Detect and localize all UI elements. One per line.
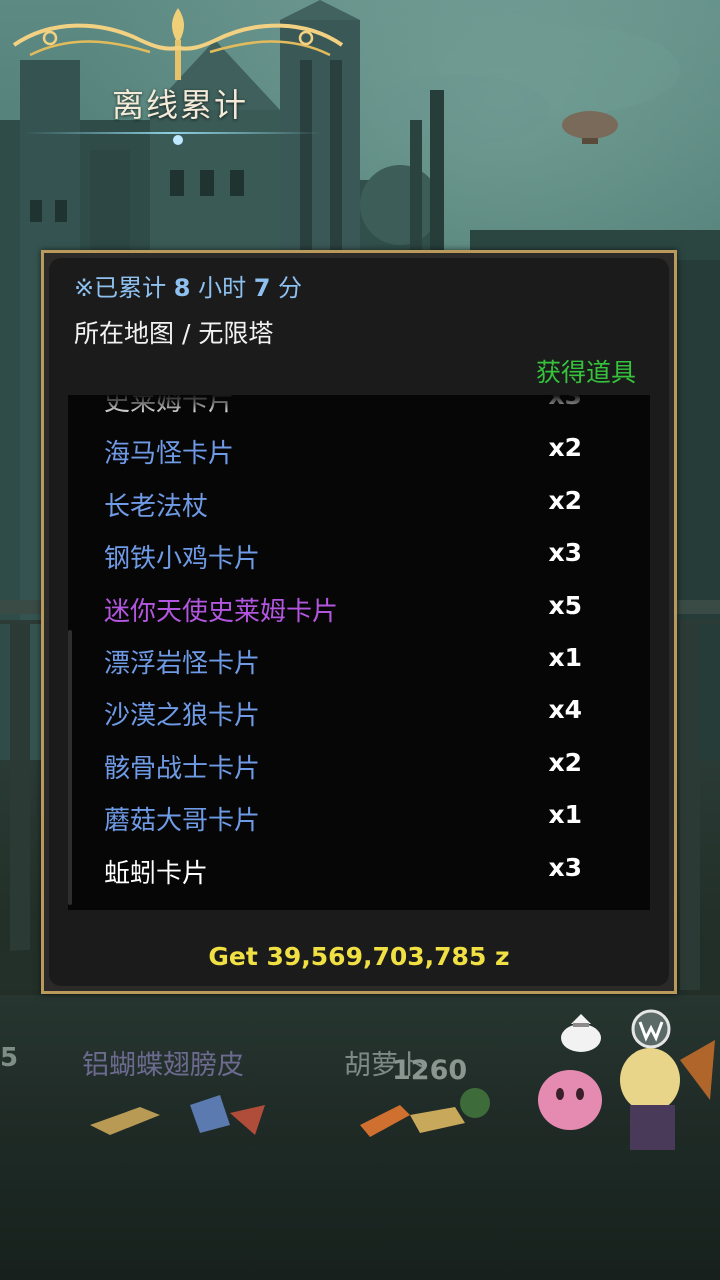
ornament-frame [12,8,344,145]
item-quantity: x1 [548,643,582,672]
hours-value: 8 [173,274,191,302]
hours-unit: 小时 [190,274,254,302]
list-item: 长老法杖 x2 [68,477,650,529]
list-scrollbar[interactable] [68,630,72,905]
accumulated-time: ※已累计 8 小时 7 分 [74,268,302,303]
bottom-area [0,1145,720,1280]
item-quantity: x2 [548,485,582,515]
list-item: 海马怪卡片 x2 [68,424,650,476]
minutes-unit: 分 [270,274,303,302]
title-banner: 离线累计 [10,0,350,150]
time-prefix: ※已累计 [74,274,174,302]
item-quantity: x3 [548,395,582,410]
item-name: 漂浮岩怪卡片 [104,649,261,679]
item-name: 海马怪卡片 [104,439,235,470]
item-name: 蘑菇大哥卡片 [104,806,261,837]
bg-left-number: 5 [0,1043,19,1073]
zeny-total: Get 39,569,703,785 z [208,942,510,971]
item-name: 蚯蚓卡片 [104,858,209,889]
list-item: 沙漠之狼卡片 x4 [68,686,650,738]
current-map: 所在地图 / 无限塔 [74,319,274,348]
bg-number: 1260 [392,1055,468,1086]
item-quantity: x2 [548,747,582,777]
minutes-value: 7 [253,274,271,302]
item-name: 骸骨战士卡片 [104,753,261,784]
list-item: 迷你天使史莱姆卡片 x5 [68,582,650,634]
screen-title: 离线累计 [111,86,248,124]
item-quantity: x3 [548,852,582,882]
item-list[interactable]: 史莱姆卡片 x3 海马怪卡片 x2 长老法杖 x2 钢铁小鸡卡片 x3 迷你天使史莱姆卡片 x5 漂… [68,395,650,910]
item-quantity: x5 [548,590,582,620]
list-item: 蚯蚓卡片 x3 [68,844,650,896]
dropped-items-art [90,1088,490,1137]
title-divider [24,132,324,134]
item-quantity: x4 [548,695,582,725]
list-item: 骸骨战士卡片 x2 [68,739,650,791]
item-name: 钢铁小鸡卡片 [104,544,261,575]
list-item: 漂浮岩怪卡片 x1 [68,634,650,686]
list-item: 史莱姆卡片 x3 [68,395,650,424]
character-art [538,1040,715,1150]
item-quantity: x2 [548,433,582,463]
item-name: 沙漠之狼卡片 [104,701,261,732]
items-header: 获得道具 [535,358,636,387]
list-item: 蘑菇大哥卡片 x1 [68,791,650,843]
item-name: 长老法杖 [104,491,209,522]
item-name: 史莱姆卡片 [104,395,235,417]
bg-item-label: 铝蝴蝶翅膀皮 [82,1050,244,1081]
list-item: 钢铁小鸡卡片 x3 [68,529,650,581]
item-quantity: x3 [548,538,582,568]
item-name: 迷你天使史莱姆卡片 [104,596,339,627]
item-quantity: x1 [548,800,582,830]
